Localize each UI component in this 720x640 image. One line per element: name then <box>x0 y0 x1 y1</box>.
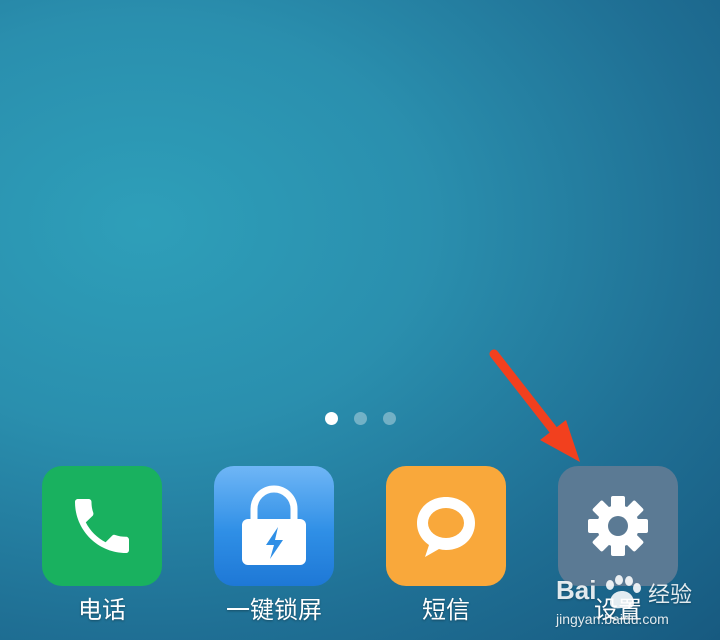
gear-icon <box>588 496 648 556</box>
page-dot-2[interactable] <box>353 412 367 425</box>
phone-app-icon[interactable] <box>42 466 162 586</box>
settings-app-icon[interactable] <box>558 466 678 586</box>
page-dot-1[interactable] <box>324 412 338 425</box>
paw-logo-icon <box>606 575 641 609</box>
page-indicator <box>0 412 720 425</box>
lock-icon <box>242 485 306 565</box>
sms-app-label: 短信 <box>422 596 470 624</box>
app-sms[interactable]: 短信 <box>360 466 532 624</box>
watermark-jingyan: 经验 <box>648 583 693 608</box>
baidu-jingyan-watermark: Bai 经验 jingyan.baidu.com <box>556 575 716 637</box>
watermark-url: jingyan.baidu.com <box>556 611 669 627</box>
phone-icon <box>75 499 129 553</box>
phone-app-label: 电话 <box>78 596 126 624</box>
sms-app-icon[interactable] <box>386 466 506 586</box>
lock-app-label: 一键锁屏 <box>226 596 322 624</box>
lock-app-icon[interactable] <box>214 466 334 586</box>
app-one-key-lock[interactable]: 一键锁屏 <box>188 466 360 624</box>
page-dot-3[interactable] <box>382 412 396 425</box>
annotation-arrow-icon <box>489 349 580 462</box>
app-phone[interactable]: 电话 <box>16 466 188 624</box>
watermark-brand: Bai <box>556 575 597 605</box>
chat-bubble-icon <box>417 497 475 557</box>
